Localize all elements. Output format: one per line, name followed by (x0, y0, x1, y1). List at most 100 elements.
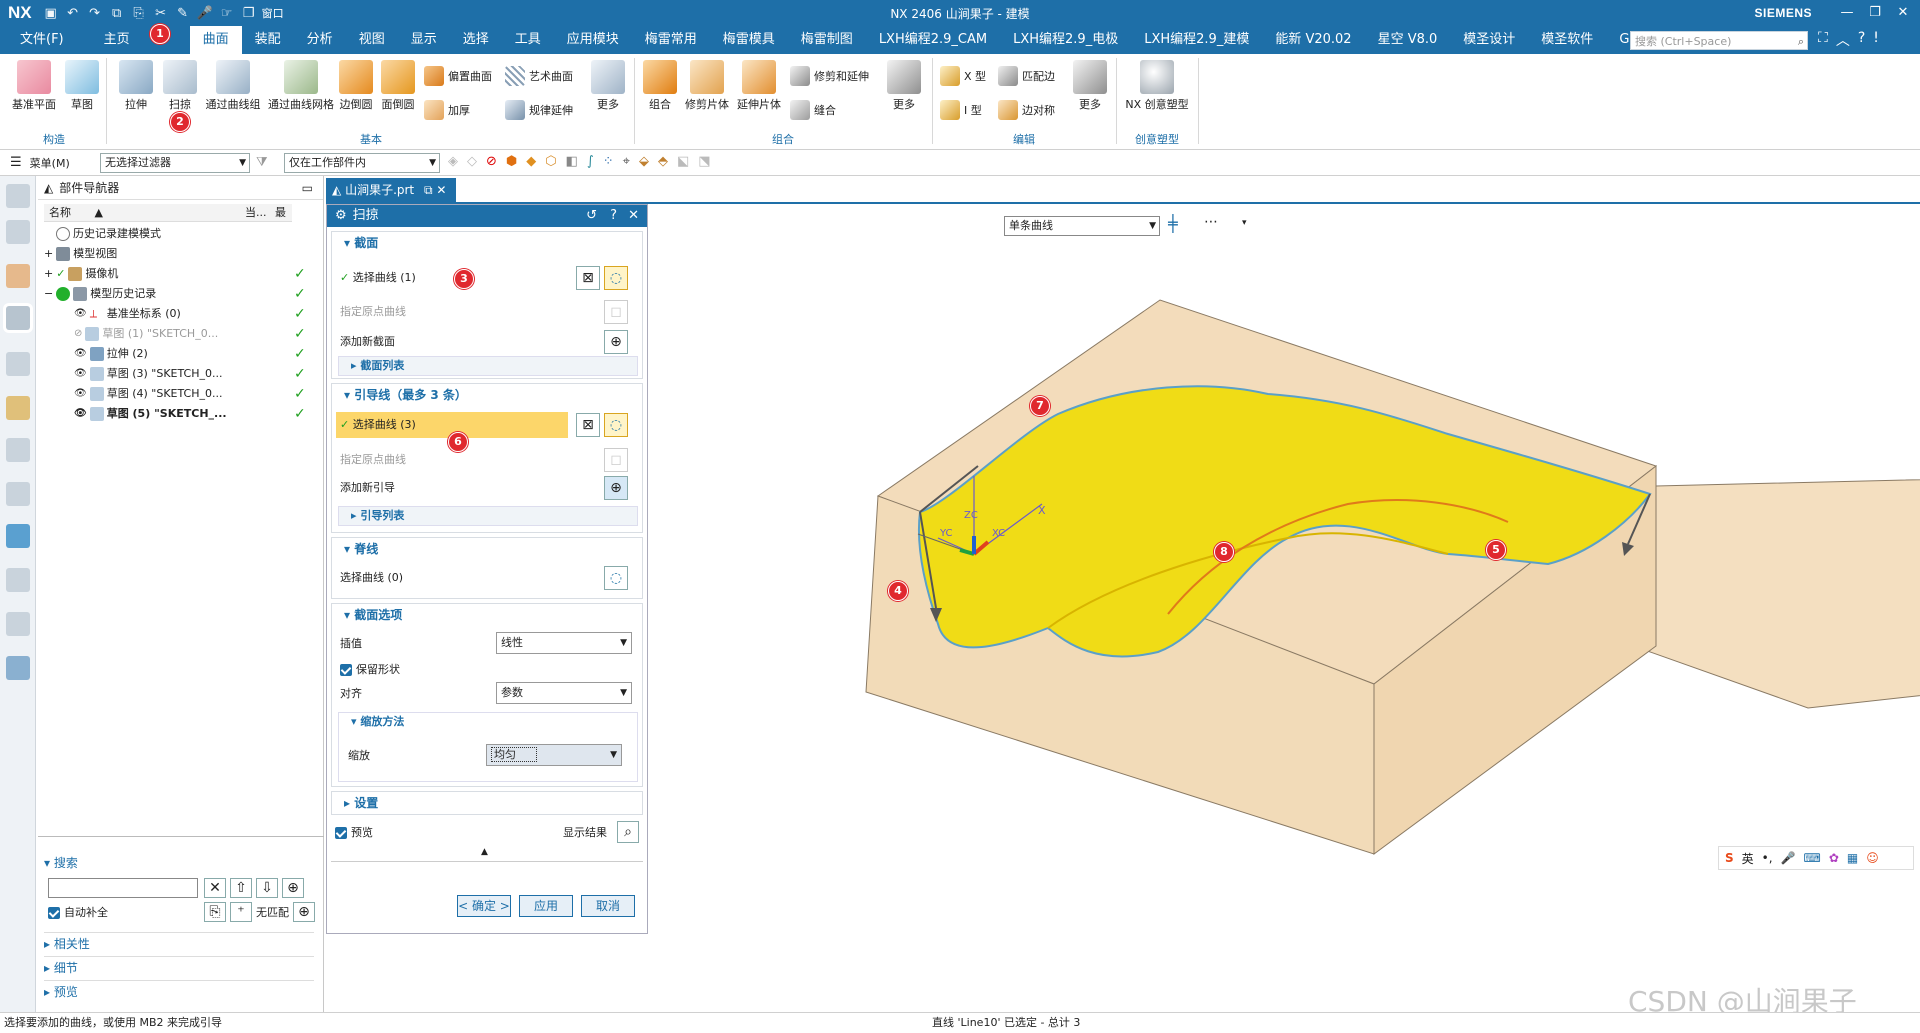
ime-language[interactable]: 英 (1742, 850, 1754, 867)
collapse-icon[interactable]: − (44, 284, 53, 304)
sweep-button[interactable]: 扫掠 (158, 60, 202, 112)
tree-row[interactable]: + 模型视图 (44, 244, 314, 264)
face-blend-button[interactable]: 面倒圆 (376, 60, 420, 112)
solid-icon[interactable]: ⬢ (506, 154, 517, 169)
menu-display[interactable]: 显示 (398, 26, 450, 54)
align-select[interactable]: 参数 ▼ (496, 682, 632, 704)
skin-icon[interactable]: ✿ (1829, 851, 1839, 865)
tree-row[interactable]: − 模型历史记录 ✓ (44, 284, 314, 304)
col-latest[interactable]: 最 (270, 204, 292, 222)
section-origin-curve[interactable]: 指定原点曲线 (340, 302, 406, 322)
menu-meilei-common[interactable]: 梅雷常用 (632, 26, 710, 54)
nx-realize-shape-button[interactable]: NX 创意塑型 (1122, 60, 1192, 112)
eye-icon[interactable]: 👁 (74, 384, 87, 404)
trim-extend-button[interactable]: 修剪和延伸 (790, 66, 869, 86)
fullscreen-icon[interactable]: ⛶ (1818, 30, 1828, 50)
document-tab[interactable]: ◭ 山涧果子.prt ⧉ ✕ (326, 178, 456, 202)
assembly-navigator-icon[interactable] (6, 220, 30, 244)
eye-icon[interactable]: 👁 (74, 304, 87, 324)
menu-meilei-mold[interactable]: 梅雷模具 (710, 26, 788, 54)
type-filter-select[interactable]: 无选择过滤器 ▼ (100, 153, 250, 173)
spine-title[interactable]: ▾ 脊线 (332, 538, 642, 560)
nav-search-input[interactable] (48, 878, 198, 898)
panel-preview[interactable]: ▸ 预览 (44, 980, 314, 1000)
toolbox-icon[interactable]: ▦ (1847, 851, 1858, 865)
settings-title[interactable]: ▸ 设置 (332, 792, 642, 814)
menu-surface[interactable]: 曲面 (189, 26, 242, 54)
close-icon[interactable]: ✕ (628, 205, 639, 227)
face-icon[interactable]: ◆ (526, 154, 536, 169)
add-new-section[interactable]: 添加新截面 (340, 332, 395, 352)
deselect-icon[interactable]: ⊠ (576, 266, 600, 290)
menu-applications[interactable]: 应用模块 (554, 26, 632, 54)
curve-rule-icon[interactable]: ◌ (604, 266, 628, 290)
tree-row[interactable]: 👁 草图 (3) "SKETCH_0... ✓ (44, 364, 314, 384)
assembly-icon[interactable]: ⬘ (658, 154, 668, 169)
edge-blend-button[interactable]: 边倒圆 (336, 60, 376, 112)
settings-icon[interactable] (6, 184, 30, 208)
menu-xingkong[interactable]: 星空 V8.0 (1365, 26, 1451, 54)
panel-dependencies[interactable]: ▸ 相关性 (44, 932, 314, 952)
punctuation-icon[interactable]: •, (1762, 851, 1773, 865)
clear-icon[interactable]: ✕ (204, 878, 226, 898)
menu-button[interactable]: 菜单(M) (30, 155, 70, 171)
hd3d-icon[interactable] (6, 396, 30, 420)
ok-button[interactable]: < 确定 > (457, 895, 511, 917)
menu-file[interactable]: 文件(F) (0, 26, 84, 54)
arrow-up-icon[interactable]: ⇧ (230, 878, 252, 898)
interp-select[interactable]: 线性 ▼ (496, 632, 632, 654)
mic-icon[interactable]: 🎤 (194, 3, 216, 23)
sheet-icon[interactable]: ◧ (566, 154, 578, 169)
globe-icon[interactable] (6, 524, 30, 548)
extrude-button[interactable]: 拉伸 (114, 60, 158, 112)
close-icon[interactable]: ✕ (1890, 2, 1916, 24)
reuse-library-icon[interactable] (6, 352, 30, 376)
search-icon[interactable]: ⌕ (1798, 32, 1804, 51)
hamburger-icon[interactable]: ☰ (10, 155, 22, 170)
tree-row[interactable]: 👁 草图 (5) "SKETCH_... ✓ (44, 404, 314, 424)
col-current[interactable]: 当... (240, 204, 270, 222)
auto-complete-checkbox[interactable]: 自动补全 (48, 904, 108, 920)
no-entry-icon[interactable]: ⊘ (486, 154, 497, 169)
avatar-icon[interactable]: ☺ (1866, 851, 1879, 865)
guide-list-header[interactable]: ▸ 引导列表 (338, 506, 638, 526)
i-form-button[interactable]: I 型 (940, 100, 982, 120)
component-icon[interactable]: ⬙ (639, 154, 649, 169)
cut-icon[interactable]: ✂ (150, 3, 172, 23)
role-icon[interactable] (6, 656, 30, 680)
add-guide-icon[interactable]: ⊕ (604, 476, 628, 500)
curve-rule-icon[interactable]: ◌ (604, 413, 628, 437)
unite-button[interactable]: 组合 (640, 60, 680, 112)
save-icon[interactable]: ▣ (40, 3, 62, 23)
wcs-icon[interactable]: ⬕ (677, 154, 689, 169)
expand-icon[interactable]: + (44, 264, 53, 284)
basic-more-button[interactable]: 更多 (588, 60, 628, 112)
restore-icon[interactable]: ❐ (1862, 2, 1888, 24)
copy-icon[interactable]: ⧉ (106, 3, 128, 23)
scale-title[interactable]: ▾ 缩放方法 (351, 713, 637, 731)
tree-row[interactable]: 👁 草图 (4) "SKETCH_0... ✓ (44, 384, 314, 404)
guide-origin-curve[interactable]: 指定原点曲线 (340, 450, 406, 470)
constraint-navigator-icon[interactable] (6, 264, 30, 288)
reset-icon[interactable]: ↺ (586, 205, 597, 227)
menu-mosheng-design[interactable]: 模圣设计 (1450, 26, 1528, 54)
edit-more-button[interactable]: 更多 (1070, 60, 1110, 112)
add-section-icon[interactable]: ⊕ (604, 330, 628, 354)
cancel-button[interactable]: 取消 (581, 895, 635, 917)
menu-mosheng-software[interactable]: 模圣软件 (1528, 26, 1606, 54)
help-icon[interactable]: ? (610, 205, 617, 227)
menu-view[interactable]: 视图 (346, 26, 398, 54)
brush-icon[interactable]: ✎ (172, 3, 194, 23)
menu-nengxin[interactable]: 能新 V20.02 (1262, 26, 1364, 54)
undo-icon[interactable]: ↶ (62, 3, 84, 23)
snap-icon[interactable]: ◈ (448, 154, 458, 169)
mic-icon[interactable]: 🎤 (1781, 851, 1796, 865)
snap-icon[interactable]: ◇ (467, 154, 477, 169)
window-menu[interactable]: 窗口 (262, 5, 284, 21)
web-browser-icon[interactable] (6, 438, 30, 462)
select-icon[interactable]: ⌖ (623, 154, 630, 169)
part-navigator-icon[interactable] (6, 306, 30, 330)
collapse-ribbon-icon[interactable]: ︿ (1836, 30, 1850, 50)
show-result-icon[interactable]: ⌕ (617, 821, 639, 843)
tree-row[interactable]: 历史记录建模模式 (44, 224, 314, 244)
